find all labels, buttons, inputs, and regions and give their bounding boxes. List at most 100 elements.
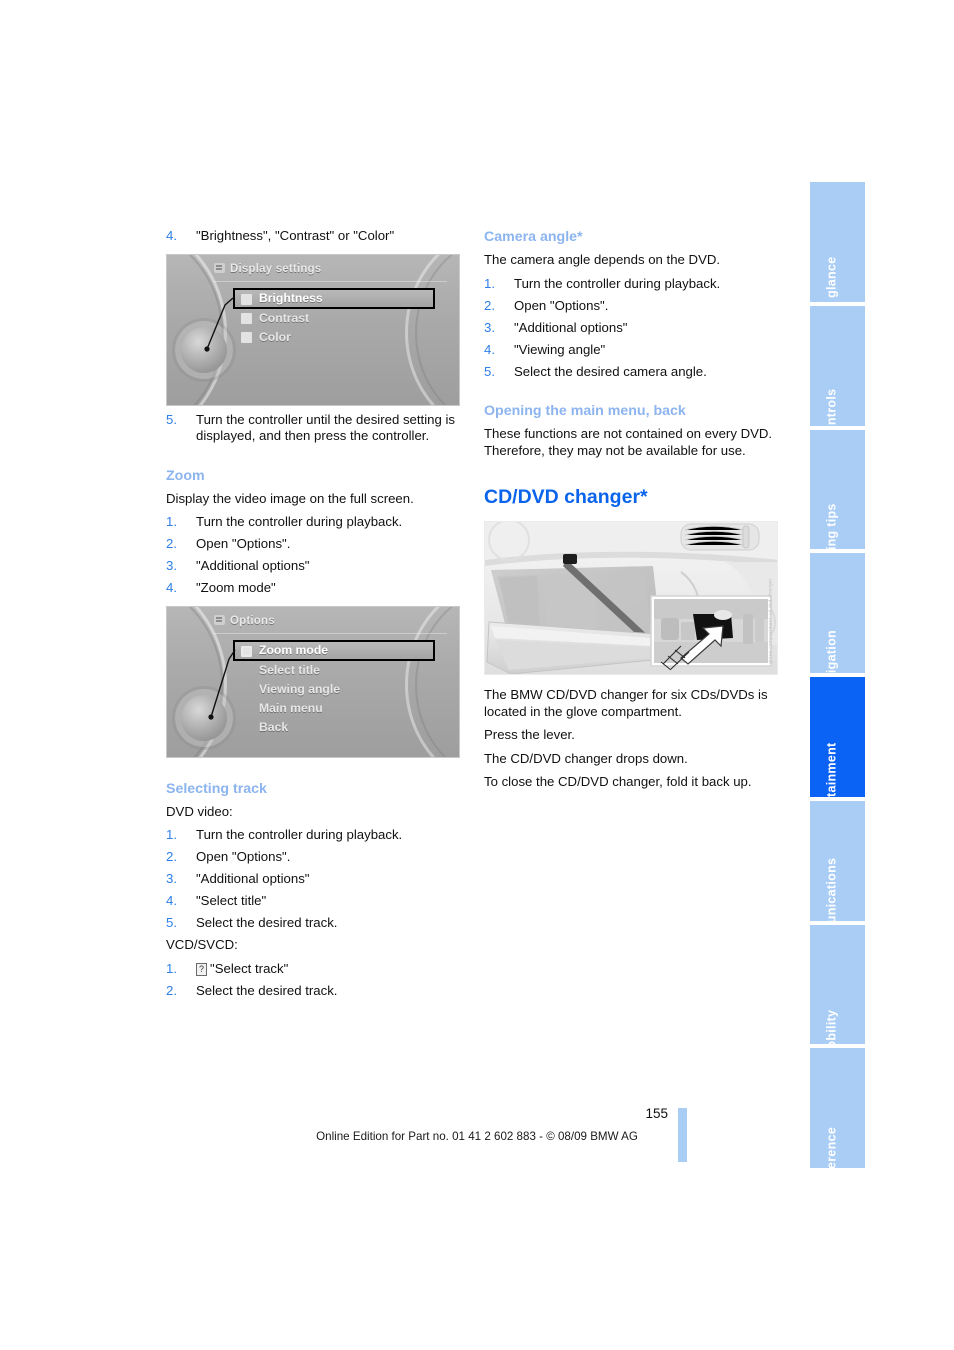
list-item: 5. Select the desired track. [166,915,460,932]
list-item: 3. "Additional options" [484,320,778,337]
list-item: 1.? "Select track" [166,961,460,978]
list-number: 4. [166,580,177,595]
list-number: 4. [166,228,177,243]
section-tab-label: At a glance [824,256,838,302]
list-text: "Select title" [196,893,267,908]
list-item: 5. Select the desired camera angle. [484,364,778,381]
heading-selecting-track: Selecting track [166,780,267,797]
list-number: 1. [166,960,177,976]
heading-zoom: Zoom [166,467,205,484]
step-list-vcd-svcd: 1.? "Select track" 2. Select the desired tr… [166,961,460,1000]
list-text: Select the desired track. [196,982,338,998]
list-text: Open "Options". [514,297,609,313]
list-item: 4. "Zoom mode" [166,580,460,597]
paragraph: The CD/DVD changer drops down. [484,750,688,766]
section-tab-entertainment[interactable]: Entertainment [810,677,865,797]
list-text: "Viewing angle" [514,341,606,357]
heading-opening-main-menu: Opening the main menu, back [484,403,686,419]
list-number: 3. [166,871,177,886]
dvd-video-label: DVD video: [166,803,233,819]
manual-page: At a glance Controls Driving tips Navigatio… [0,0,954,1350]
list-text: "Zoom mode" [196,580,276,595]
list-number: 4. [484,341,495,357]
camera-angle-intro: The camera angle depends on the DVD. [484,252,721,267]
list-number: 1. [484,275,495,291]
left-column: 4. "Brightness", "Contrast" or "Color" D… [166,228,460,1005]
section-tab-rail: At a glance Controls Driving tips Navigatio… [810,182,865,1168]
list-number: 1. [166,827,177,842]
zoom-intro-text: Display the video image on the full scre… [166,490,414,506]
section-tab-label: Communications [824,857,838,921]
right-column: Camera angle* The camera angle depends o… [484,228,778,798]
paragraph: Press the lever. [484,727,575,742]
page-number: 155 [645,1106,668,1121]
list-item: 2. Select the desired track. [166,983,460,1000]
list-text: Select the desired camera angle. [514,363,707,379]
paragraph: The BMW CD/DVD changer for six CDs/DVDs … [484,687,768,719]
list-text: Open "Options". [196,849,291,864]
list-item: 1. Turn the controller during playback. [166,827,460,844]
heading-camera-angle: Camera angle* [484,229,583,245]
section-tab-label: Entertainment [824,742,838,797]
idrive-screenshot-options: Options Zoom mode Select title Viewing a… [166,605,460,758]
list-number: 2. [166,849,177,864]
list-number: 3. [166,558,177,573]
list-item: 1. Turn the controller during playback. [166,514,460,531]
paragraph: To close the CD/DVD changer, fold it bac… [484,774,752,789]
list-text: Open "Options". [196,536,291,551]
list-number: 2. [484,297,495,313]
list-text: "Additional options" [514,319,628,335]
list-number: 2. [166,982,177,998]
list-text: "Additional options" [196,871,310,886]
leader-line [208,649,236,720]
list-number: 5. [166,411,177,427]
list-item: 1. Turn the controller during playback. [484,276,778,293]
section-tab-controls[interactable]: Controls [810,305,865,426]
list-text: "Brightness", "Contrast" or "Color" [196,228,395,243]
list-item: 4. "Select title" [166,893,460,910]
idrive-screenshot-display-settings: Display settings Brightness Contrast Col… [166,253,460,406]
section-tab-label: Navigation [824,629,838,673]
list-text: Select the desired track. [196,915,338,930]
list-item: 5. Turn the controller until the desired… [166,412,460,445]
list-item: 4. "Brightness", "Contrast" or "Color" [166,228,460,245]
photo-glove-compartment-cd-dvd-changer: glove-compartment-cd-dvd-changer [484,521,778,675]
list-item: 4. "Viewing angle" [484,342,778,359]
missing-glyph-icon: ? [196,962,208,976]
section-tab-label: Mobility [824,1009,838,1045]
section-tab-label: Controls [824,388,838,426]
heading-cd-dvd-changer: CD/DVD changer* [484,486,648,508]
step-list-camera-angle: 1. Turn the controller during playback. 2.… [484,276,778,381]
list-number: 4. [166,893,177,908]
list-text: Turn the controller until the desired se… [196,411,455,444]
list-number: 1. [166,514,177,529]
list-number: 5. [166,915,177,930]
main-menu-back-text: These functions are not contained on eve… [484,426,773,458]
step-list-zoom: 1. Turn the controller during playback. 2.… [166,514,460,597]
section-tab-reference[interactable]: Reference [810,1048,865,1168]
leader-line [204,296,234,352]
section-tab-at-a-glance[interactable]: At a glance [810,182,865,302]
figure-id-caption: glove-compartment-cd-dvd-changer [768,578,773,664]
step-list-dvd-video: 1. Turn the controller during playback. 2.… [166,827,460,932]
cd-dvd-changer-paragraphs: The BMW CD/DVD changer for six CDs/DVDs … [484,687,778,791]
list-text: Turn the controller during playback. [196,514,403,529]
list-number: 2. [166,536,177,551]
vcd-svcd-label: VCD/SVCD: [166,937,238,952]
list-text: "Additional options" [196,558,310,573]
section-tab-label: Driving tips [824,503,838,550]
section-tab-mobility[interactable]: Mobility [810,924,865,1045]
list-text: Turn the controller during playback. [196,827,403,842]
section-tab-driving-tips[interactable]: Driving tips [810,429,865,550]
list-text: Turn the controller during playback. [514,275,721,291]
footer-text: Online Edition for Part no. 01 41 2 602 … [316,1130,638,1143]
list-item: 2. Open "Options". [484,298,778,315]
section-tab-communications[interactable]: Communications [810,800,865,921]
step-list-display-settings: 4. "Brightness", "Contrast" or "Color" [166,228,460,245]
section-tab-navigation[interactable]: Navigation [810,553,865,673]
list-item: 3. "Additional options" [166,558,460,575]
step-list-controller-turn: 5. Turn the controller until the desired… [166,412,460,445]
list-text: "Select track" [210,960,289,976]
list-item: 3. "Additional options" [166,871,460,888]
list-item: 2. Open "Options". [166,536,460,553]
